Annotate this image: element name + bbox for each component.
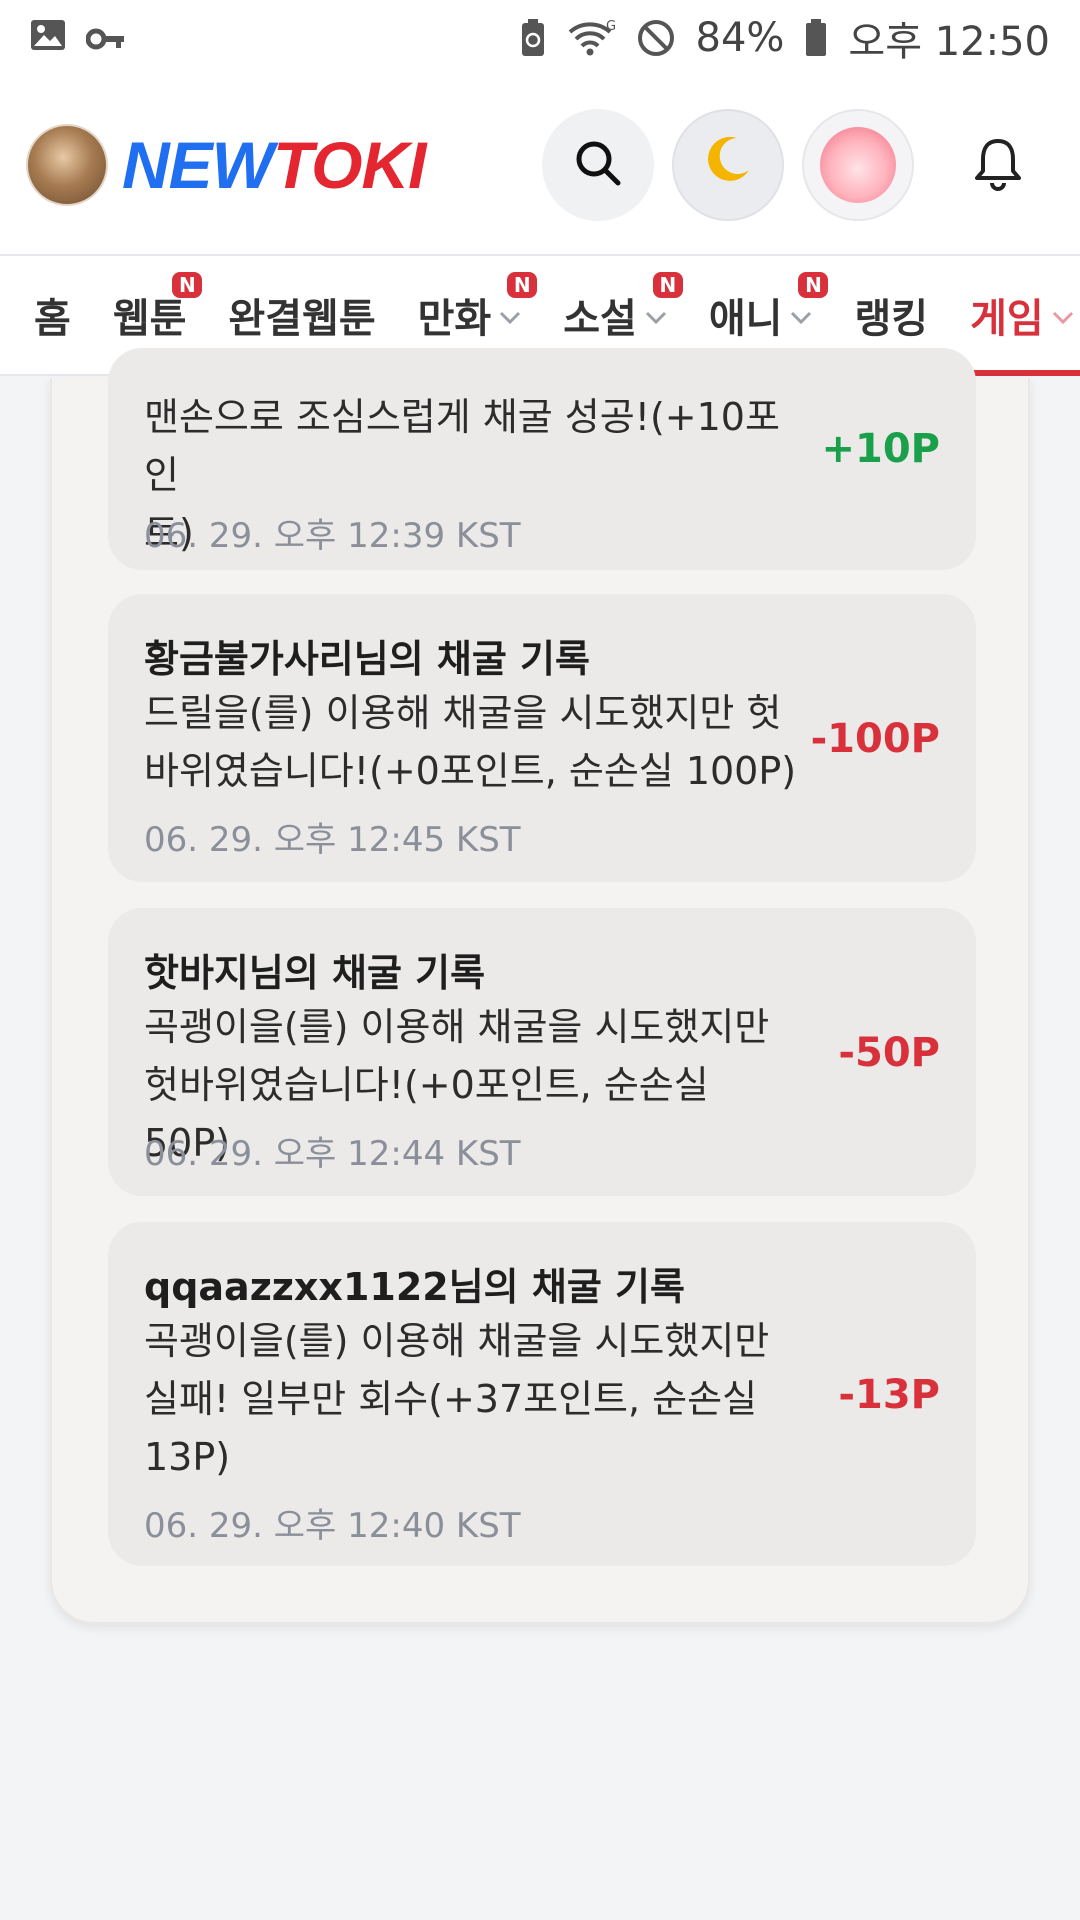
mining-record-card: 맨손으로 조심스럽게 채굴 성공!(+10포인 트) 06. 29. 오후 12…	[108, 348, 976, 570]
nav-item-home[interactable]: 홈	[34, 256, 71, 374]
new-badge: N	[172, 272, 203, 298]
chevron-down-icon	[1052, 299, 1074, 332]
logo-mascot-icon[interactable]	[26, 124, 108, 206]
record-message-line: 곡괭이을(를) 이용해 채굴을 시도했지만	[144, 1005, 770, 1049]
new-badge: N	[652, 272, 683, 298]
header-actions	[542, 109, 1054, 221]
record-timestamp: 06. 29. 오후 12:44 KST	[144, 1134, 521, 1174]
battery-saver-icon	[520, 18, 546, 58]
wifi-icon: G	[566, 18, 616, 58]
mining-record-card: 황금불가사리님의 채굴 기록 드릴을(를) 이용해 채굴을 시도했지만 헛 바위…	[108, 594, 976, 882]
record-title: 핫바지님의 채굴 기록	[144, 951, 486, 995]
site-logo[interactable]: NEWTOKI	[122, 127, 426, 203]
record-points: +10P	[821, 426, 941, 472]
nav-label: 게임	[970, 296, 1044, 342]
new-badge: N	[798, 272, 829, 298]
search-button[interactable]	[542, 109, 654, 221]
profile-button[interactable]	[802, 109, 914, 221]
brand-part1: NEW	[122, 128, 274, 202]
record-timestamp: 06. 29. 오후 12:39 KST	[144, 516, 521, 556]
record-timestamp: 06. 29. 오후 12:40 KST	[144, 1506, 521, 1546]
nav-label: 홈	[34, 296, 71, 342]
avatar	[820, 127, 896, 203]
record-points: -13P	[838, 1372, 940, 1418]
mining-records-panel: 맨손으로 조심스럽게 채굴 성공!(+10포인 트) 06. 29. 오후 12…	[50, 348, 1030, 1624]
dark-mode-toggle[interactable]	[672, 109, 784, 221]
status-left	[30, 15, 126, 61]
moon-icon	[701, 132, 755, 199]
status-right: G 84% 오후 12:50	[520, 9, 1050, 67]
record-message-line: 곡괭이을(를) 이용해 채굴을 시도했지만	[144, 1319, 770, 1363]
mining-record-card: 핫바지님의 채굴 기록 곡괭이을(를) 이용해 채굴을 시도했지만 헛바위였습니…	[108, 908, 976, 1196]
new-badge: N	[507, 272, 538, 298]
search-icon	[572, 137, 624, 193]
record-message-line: 맨손으로 조심스럽게 채굴 성공!(+10포인	[144, 395, 780, 497]
status-bar: G 84% 오후 12:50	[0, 0, 1080, 76]
chevron-down-icon	[790, 299, 812, 332]
bell-icon	[972, 135, 1024, 195]
nav-label: 소설	[563, 296, 637, 342]
mining-record-card: qqaazzxx1122님의 채굴 기록 곡괭이을(를) 이용해 채굴을 시도했…	[108, 1222, 976, 1566]
record-points: -100P	[810, 716, 940, 762]
site-header: NEWTOKI	[0, 76, 1080, 254]
brand-part2: TOKI	[272, 128, 426, 202]
image-notification-icon	[30, 15, 66, 61]
record-title: 황금불가사리님의 채굴 기록	[144, 637, 590, 681]
chevron-down-icon	[645, 299, 667, 332]
chevron-down-icon	[499, 299, 521, 332]
do-not-disturb-icon	[636, 18, 676, 58]
record-message: 곡괭이을(를) 이용해 채굴을 시도했지만 실패! 일부만 회수(+37포인트,…	[144, 1312, 804, 1486]
key-icon	[85, 15, 126, 61]
record-message-line: 바위였습니다!(+0포인트, 순손실 100P)	[144, 749, 797, 793]
clock: 오후 12:50	[848, 19, 1050, 65]
record-timestamp: 06. 29. 오후 12:45 KST	[144, 820, 521, 860]
record-points: -50P	[838, 1030, 940, 1076]
record-message-line: 드릴을(를) 이용해 채굴을 시도했지만 헛	[144, 691, 782, 735]
battery-icon	[804, 18, 828, 58]
record-message: 드릴을(를) 이용해 채굴을 시도했지만 헛 바위였습니다!(+0포인트, 순손…	[144, 684, 804, 800]
record-message-line: 13P)	[144, 1435, 231, 1479]
nav-label: 애니	[708, 296, 783, 342]
svg-text:G: G	[606, 19, 616, 34]
nav-item-game[interactable]: 게임	[950, 256, 1080, 376]
nav-label: 만화	[417, 296, 492, 342]
nav-label: 랭킹	[854, 296, 929, 342]
record-message-line: 실패! 일부만 회수(+37포인트, 순손실	[144, 1377, 758, 1421]
battery-percent: 84%	[695, 15, 785, 61]
nav-label: 완결웹툰	[228, 296, 376, 342]
notifications-button[interactable]	[942, 109, 1054, 221]
record-title: qqaazzxx1122님의 채굴 기록	[144, 1265, 685, 1309]
